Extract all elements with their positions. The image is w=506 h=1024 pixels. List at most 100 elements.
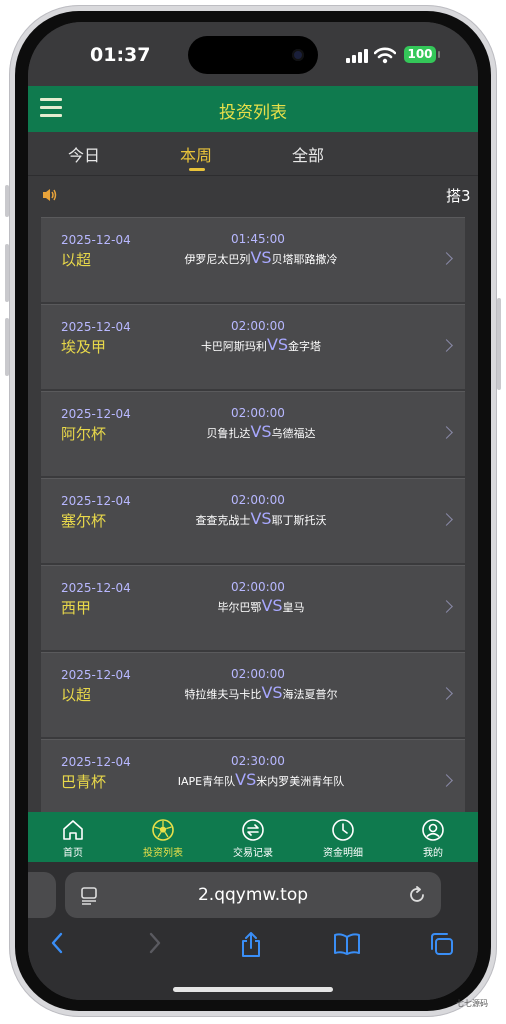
nav-fund-details[interactable]: 资金明细: [298, 812, 388, 862]
match-league: 以超: [61, 686, 92, 704]
match-card[interactable]: 2025-12-04 西甲 02:00:00 毕尔巴鄂VS皇马: [41, 565, 465, 652]
chevron-right-icon: [440, 339, 453, 352]
speaker-icon: [43, 189, 57, 201]
match-date: 2025-12-04: [61, 494, 131, 508]
app-header: 投资列表: [28, 86, 478, 132]
power-button: [497, 298, 501, 390]
away-team: 乌德福达: [271, 427, 316, 440]
chevron-right-icon: [440, 687, 453, 700]
away-team: 耶丁斯托沃: [271, 514, 327, 527]
url-text: 2.qqymw.top: [197, 885, 309, 905]
volume-down-button: [5, 318, 9, 376]
match-time: 02:00:00: [231, 667, 285, 681]
tab-all[interactable]: 全部: [292, 142, 324, 166]
match-teams: 特拉维夫马卡比VS海法夏普尔: [141, 683, 381, 702]
match-time: 02:00:00: [231, 580, 285, 594]
home-team: IAPE青年队: [177, 775, 236, 788]
address-bar[interactable]: 2.qqymw.top: [65, 872, 441, 918]
nav-home[interactable]: 首页: [28, 812, 118, 862]
match-date: 2025-12-04: [61, 755, 131, 769]
nav-label: 投资列表: [143, 848, 183, 859]
chevron-right-icon: [440, 513, 453, 526]
nav-label: 首页: [63, 848, 83, 859]
match-date: 2025-12-04: [61, 233, 131, 247]
vs-label: VS: [250, 422, 272, 441]
away-team: 海法夏普尔: [282, 688, 338, 701]
match-card[interactable]: 2025-12-04 塞尔杯 02:00:00 查查克战士VS耶丁斯托沃: [41, 478, 465, 565]
away-team: 米内罗美洲青年队: [256, 775, 345, 788]
match-date: 2025-12-04: [61, 407, 131, 421]
tab-today[interactable]: 今日: [68, 142, 100, 166]
vs-label: VS: [261, 596, 283, 615]
watermark: 七七源码: [456, 999, 488, 1008]
match-teams: 伊罗尼太巴列VS贝塔耶路撒冷: [141, 248, 381, 267]
nav-label: 我的: [423, 848, 443, 859]
soccer-ball-icon: [152, 819, 174, 841]
exchange-icon: [242, 819, 264, 841]
chevron-right-icon: [440, 252, 453, 265]
home-team: 特拉维夫马卡比: [184, 688, 262, 701]
match-card[interactable]: 2025-12-04 以超 01:45:00 伊罗尼太巴列VS贝塔耶路撒冷: [41, 217, 465, 304]
home-team: 卡巴阿斯玛利: [200, 340, 267, 353]
vs-label: VS: [250, 509, 272, 528]
action-button: [5, 185, 9, 217]
match-time: 02:30:00: [231, 754, 285, 768]
home-indicator: [173, 987, 333, 992]
match-league: 塞尔杯: [61, 512, 107, 530]
match-league: 巴青杯: [61, 773, 107, 791]
reload-icon[interactable]: [407, 885, 427, 905]
screen: 01:37 100 投资列表 今日 本周 全部 搭3 2025-12-04 以超 0…: [28, 22, 478, 1000]
match-teams: 贝鲁扎达VS乌德福达: [141, 422, 381, 441]
match-card[interactable]: 2025-12-04 以超 02:00:00 特拉维夫马卡比VS海法夏普尔: [41, 652, 465, 739]
vs-label: VS: [266, 335, 289, 354]
vs-label: VS: [250, 248, 272, 267]
chevron-right-icon: [440, 774, 453, 787]
away-team: 皇马: [282, 601, 305, 614]
match-card[interactable]: 2025-12-04 阿尔杯 02:00:00 贝鲁扎达VS乌德福达: [41, 391, 465, 478]
home-team: 毕尔巴鄂: [217, 601, 262, 614]
nav-label: 资金明细: [323, 848, 363, 859]
match-league: 西甲: [61, 599, 92, 617]
match-time: 02:00:00: [231, 319, 285, 333]
user-icon: [422, 819, 444, 841]
away-team: 贝塔耶路撒冷: [271, 253, 338, 266]
chevron-right-icon: [440, 426, 453, 439]
match-teams: 毕尔巴鄂VS皇马: [141, 596, 381, 615]
match-date: 2025-12-04: [61, 581, 131, 595]
period-tabs: 今日 本周 全部: [28, 132, 478, 176]
match-card[interactable]: 2025-12-04 埃及甲 02:00:00 卡巴阿斯玛利VS金字塔: [41, 304, 465, 391]
dynamic-island: [188, 36, 318, 74]
home-icon: [63, 820, 83, 840]
home-team: 贝鲁扎达: [206, 427, 251, 440]
match-date: 2025-12-04: [61, 320, 131, 334]
nav-mine[interactable]: 我的: [388, 812, 478, 862]
forward-icon[interactable]: [148, 932, 162, 954]
chevron-right-icon: [440, 600, 453, 613]
share-icon[interactable]: [239, 932, 263, 958]
match-teams: 查查克战士VS耶丁斯托沃: [141, 509, 381, 528]
tab-this-week[interactable]: 本周: [180, 142, 212, 166]
match-teams: 卡巴阿斯玛利VS金字塔: [141, 335, 381, 354]
away-team: 金字塔: [288, 340, 322, 353]
notice-bar: 搭3: [28, 178, 478, 212]
bookmarks-icon[interactable]: [333, 932, 361, 956]
nav-investment-list[interactable]: 投资列表: [118, 812, 208, 862]
match-time: 02:00:00: [231, 406, 285, 420]
vs-label: VS: [235, 770, 257, 789]
match-date: 2025-12-04: [61, 668, 131, 682]
back-icon[interactable]: [50, 932, 64, 954]
browser-toolbar: 2.qqymw.top: [28, 862, 478, 1000]
tabs-icon[interactable]: [429, 932, 455, 956]
wifi-icon: [374, 47, 396, 64]
nav-label: 交易记录: [233, 848, 273, 859]
clock-icon: [332, 819, 354, 841]
match-time: 01:45:00: [231, 232, 285, 246]
bottom-nav: 首页 投资列表 交易记录 资金明细 我的: [28, 812, 478, 862]
match-list: 2025-12-04 以超 01:45:00 伊罗尼太巴列VS贝塔耶路撒冷 2025-1…: [41, 217, 465, 826]
status-time: 01:37: [90, 44, 151, 66]
nav-trade-records[interactable]: 交易记录: [208, 812, 298, 862]
active-tab-indicator: [189, 168, 205, 171]
home-team: 查查克战士: [195, 514, 251, 527]
previous-tab-preview[interactable]: [28, 872, 56, 918]
page-title: 投资列表: [219, 103, 287, 123]
